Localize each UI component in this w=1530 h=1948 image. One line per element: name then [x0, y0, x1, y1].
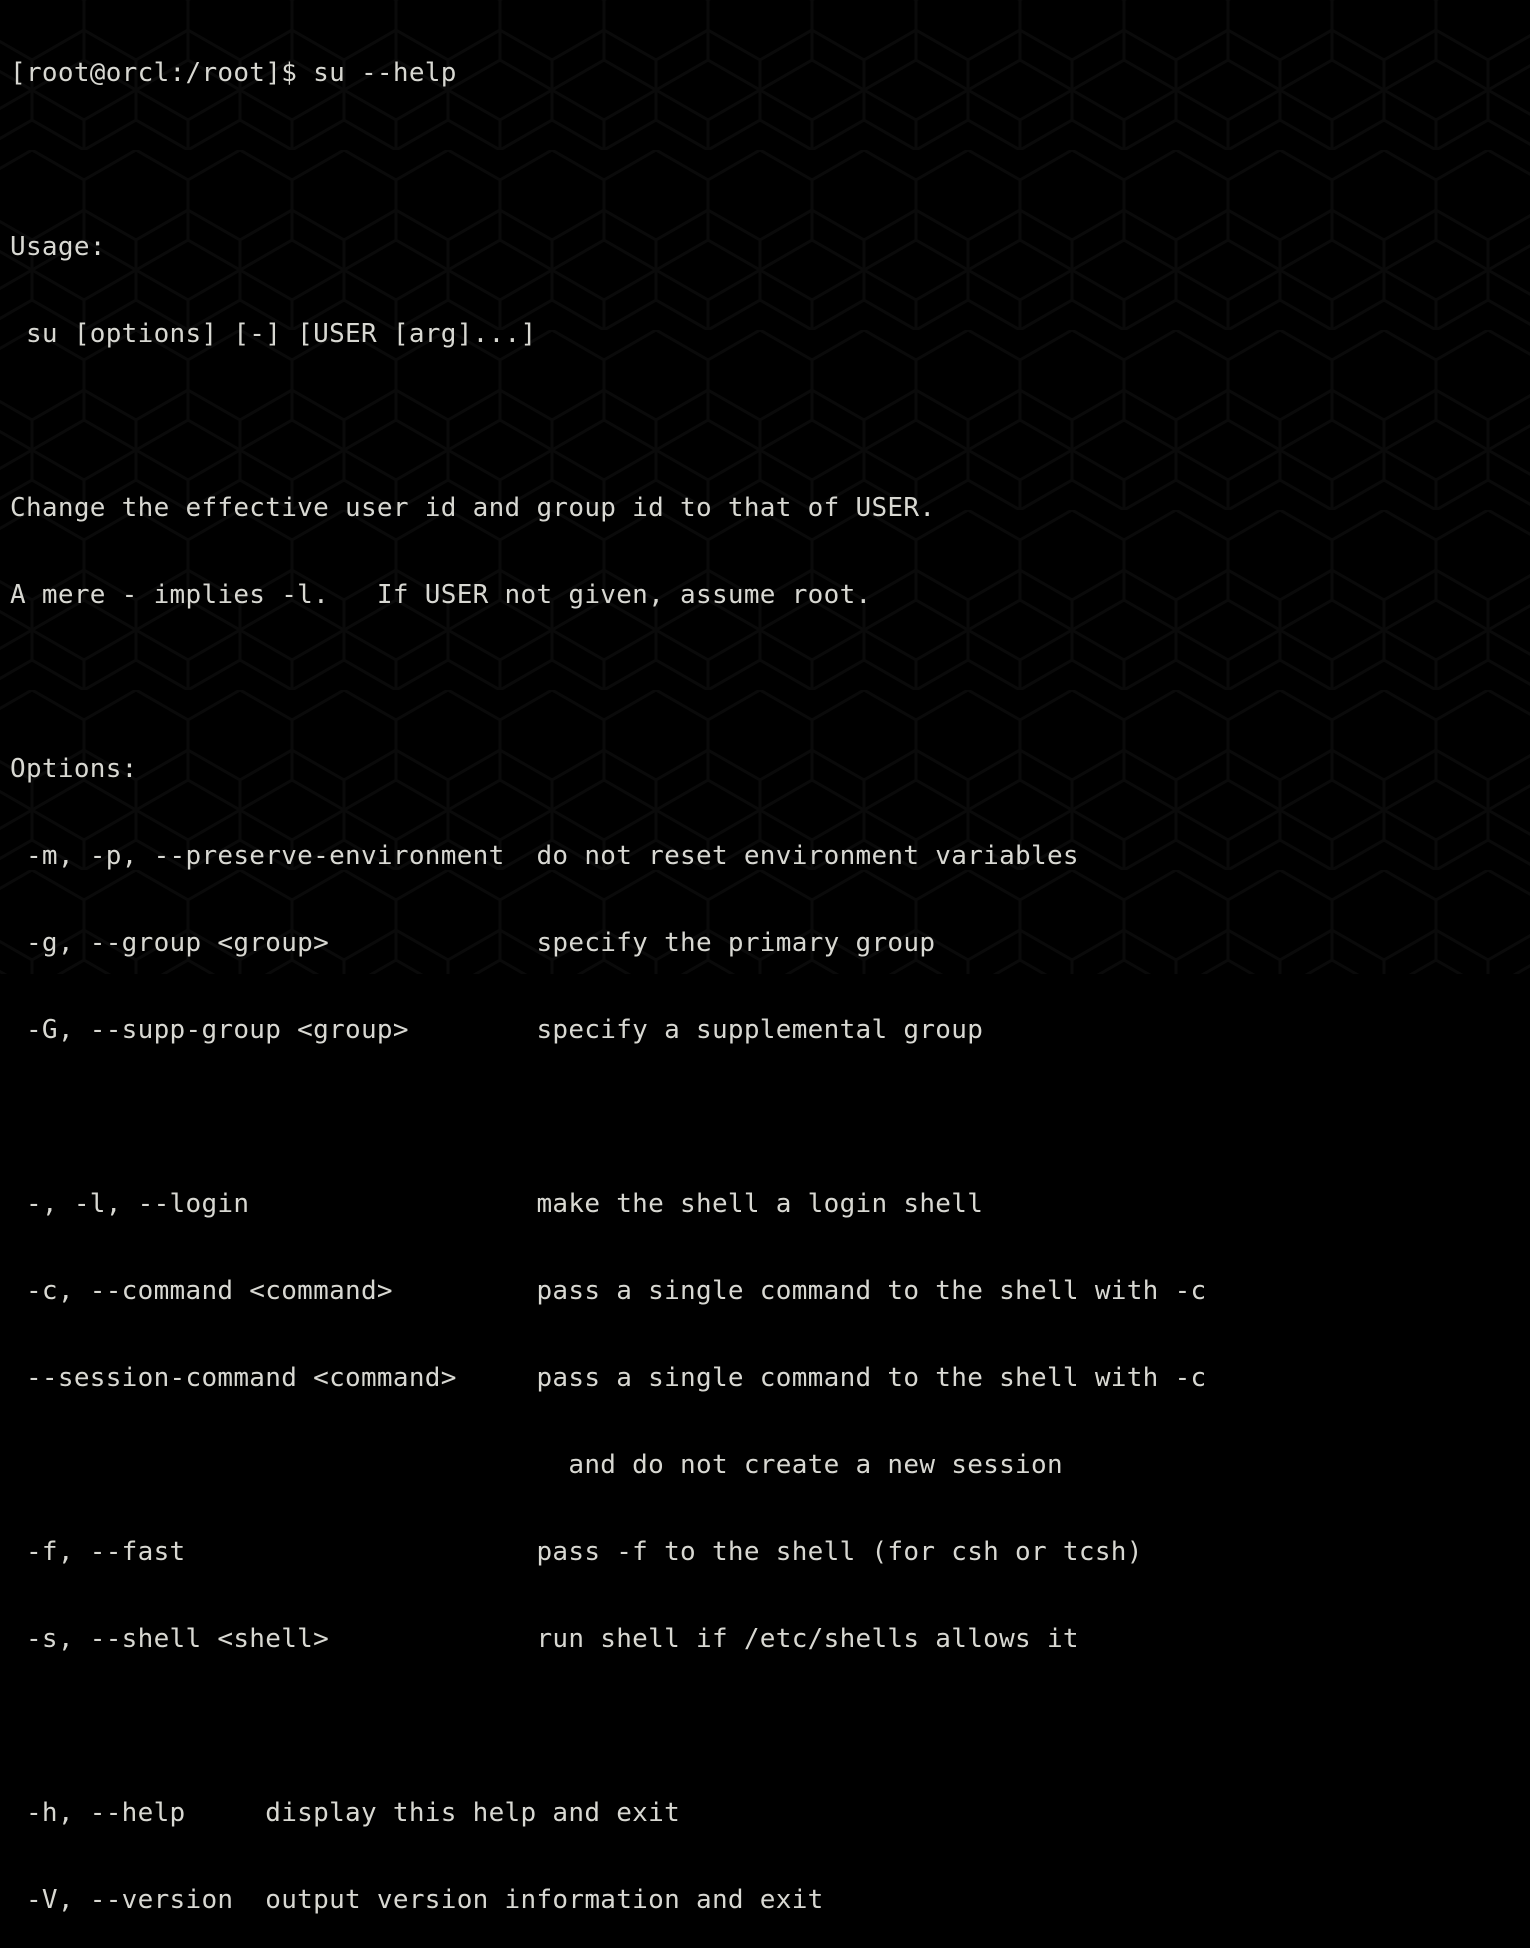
- blank-line: [10, 1705, 1520, 1749]
- option-fast: -f, --fast pass -f to the shell (for csh…: [10, 1531, 1520, 1575]
- description-line: Change the effective user id and group i…: [10, 487, 1520, 531]
- option-command: -c, --command <command> pass a single co…: [10, 1270, 1520, 1314]
- option-session-command: --session-command <command> pass a singl…: [10, 1357, 1520, 1401]
- terminal-output[interactable]: [root@orcl:/root]$ su --help Usage: su […: [0, 0, 1530, 1948]
- option-login: -, -l, --login make the shell a login sh…: [10, 1183, 1520, 1227]
- option-supp-group: -G, --supp-group <group> specify a suppl…: [10, 1009, 1520, 1053]
- option-version: -V, --version output version information…: [10, 1879, 1520, 1923]
- option-shell: -s, --shell <shell> run shell if /etc/sh…: [10, 1618, 1520, 1662]
- blank-line: [10, 139, 1520, 183]
- usage-syntax: su [options] [-] [USER [arg]...]: [10, 313, 1520, 357]
- options-heading: Options:: [10, 748, 1520, 792]
- blank-line: [10, 400, 1520, 444]
- option-preserve-environment: -m, -p, --preserve-environment do not re…: [10, 835, 1520, 879]
- blank-line: [10, 661, 1520, 705]
- usage-heading: Usage:: [10, 226, 1520, 270]
- shell-prompt-line: [root@orcl:/root]$ su --help: [10, 52, 1520, 96]
- blank-line: [10, 1096, 1520, 1140]
- description-line: A mere - implies -l. If USER not given, …: [10, 574, 1520, 618]
- option-session-command-cont: and do not create a new session: [10, 1444, 1520, 1488]
- option-help: -h, --help display this help and exit: [10, 1792, 1520, 1836]
- option-group: -g, --group <group> specify the primary …: [10, 922, 1520, 966]
